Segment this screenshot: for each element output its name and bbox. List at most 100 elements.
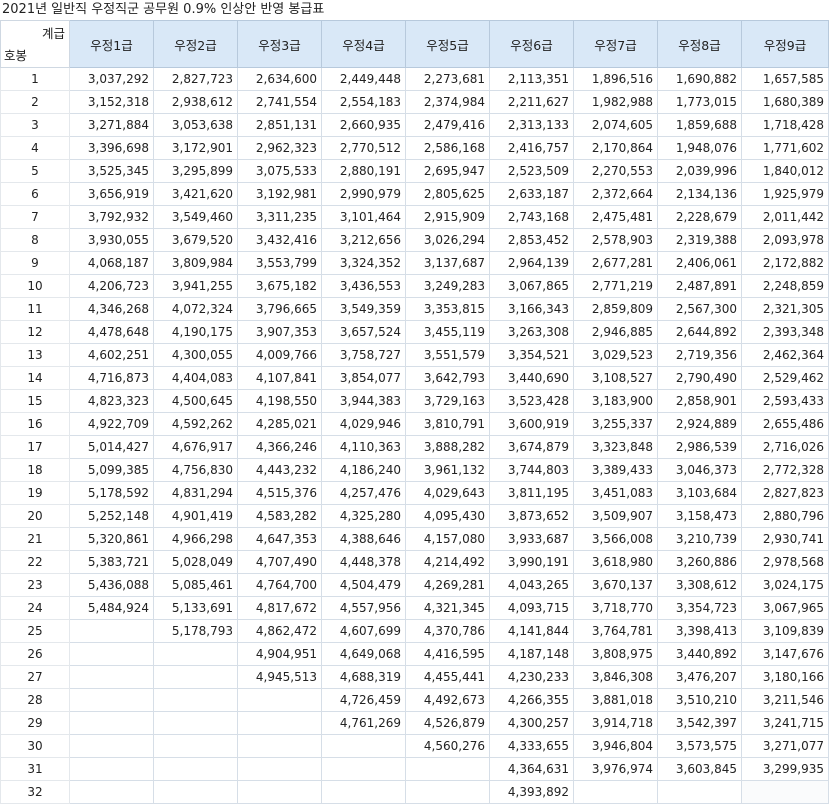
salary-cell: 2,716,026 <box>741 435 829 459</box>
salary-cell: 2,790,490 <box>657 366 742 390</box>
salary-cell: 2,990,979 <box>321 182 406 206</box>
salary-cell: 4,504,479 <box>321 573 406 597</box>
salary-cell: 4,966,298 <box>153 527 238 551</box>
salary-cell: 2,644,892 <box>657 320 742 344</box>
salary-cell: 3,166,343 <box>489 297 574 321</box>
salary-cell: 2,827,823 <box>741 481 829 505</box>
salary-cell: 4,110,363 <box>321 435 406 459</box>
salary-cell: 5,085,461 <box>153 573 238 597</box>
salary-cell: 3,260,886 <box>657 550 742 574</box>
salary-cell: 3,881,018 <box>573 688 658 712</box>
step-cell: 13 <box>0 343 70 367</box>
salary-cell: 2,567,300 <box>657 297 742 321</box>
salary-cell <box>657 780 742 804</box>
salary-cell: 2,406,061 <box>657 251 742 275</box>
salary-cell: 2,578,903 <box>573 228 658 252</box>
step-cell: 2 <box>0 90 70 114</box>
salary-cell: 4,416,595 <box>405 642 490 666</box>
table-row: 17 5,014,427 4,676,917 4,366,246 4,110,363 3,… <box>0 435 829 459</box>
salary-cell: 2,039,996 <box>657 159 742 183</box>
salary-cell: 3,037,292 <box>69 67 154 91</box>
salary-cell: 1,859,688 <box>657 113 742 137</box>
salary-cell: 3,451,083 <box>573 481 658 505</box>
salary-cell <box>405 757 490 781</box>
salary-cell: 3,158,473 <box>657 504 742 528</box>
salary-cell: 4,157,080 <box>405 527 490 551</box>
salary-cell: 2,771,219 <box>573 274 658 298</box>
salary-cell: 4,333,655 <box>489 734 574 758</box>
salary-cell: 2,655,486 <box>741 412 829 436</box>
table-row: 30 4,560,276 4,333,655 3,946,804 3,573,575 3,… <box>0 734 829 758</box>
step-cell: 25 <box>0 619 70 643</box>
salary-cell: 3,440,892 <box>657 642 742 666</box>
step-cell: 17 <box>0 435 70 459</box>
table-row: 24 5,484,924 5,133,691 4,817,672 4,557,956 4,… <box>0 596 829 620</box>
salary-cell: 4,206,723 <box>69 274 154 298</box>
table-row: 27 4,945,513 4,688,319 4,455,441 4,230,233 3,… <box>0 665 829 689</box>
page-title: 2021년 일반직 우정직군 공무원 0.9% 인상안 반영 봉급표 <box>2 2 325 17</box>
salary-cell: 2,633,187 <box>489 182 574 206</box>
column-header-grade: 우정6급 <box>489 20 574 68</box>
salary-cell: 2,372,664 <box>573 182 658 206</box>
salary-cell: 3,172,901 <box>153 136 238 160</box>
salary-cell: 3,549,359 <box>321 297 406 321</box>
salary-cell: 3,108,527 <box>573 366 658 390</box>
salary-cell: 1,773,015 <box>657 90 742 114</box>
salary-cell: 2,416,757 <box>489 136 574 160</box>
salary-cell: 4,901,419 <box>153 504 238 528</box>
salary-cell: 4,257,476 <box>321 481 406 505</box>
salary-cell: 3,657,524 <box>321 320 406 344</box>
salary-cell: 2,986,539 <box>657 435 742 459</box>
table-row: 19 5,178,592 4,831,294 4,515,376 4,257,476 4,… <box>0 481 829 505</box>
salary-cell: 2,523,509 <box>489 159 574 183</box>
table-row: 18 5,099,385 4,756,830 4,443,232 4,186,240 3,… <box>0 458 829 482</box>
salary-cell: 4,607,699 <box>321 619 406 643</box>
salary-cell: 4,945,513 <box>237 665 322 689</box>
table-row: 23 5,436,088 5,085,461 4,764,700 4,504,479 4,… <box>0 573 829 597</box>
salary-cell: 3,271,884 <box>69 113 154 137</box>
salary-cell: 3,323,848 <box>573 435 658 459</box>
salary-cell: 1,896,516 <box>573 67 658 91</box>
salary-cell: 5,014,427 <box>69 435 154 459</box>
salary-cell: 3,941,255 <box>153 274 238 298</box>
step-cell: 7 <box>0 205 70 229</box>
salary-cell: 3,075,533 <box>237 159 322 183</box>
salary-cell: 2,374,984 <box>405 90 490 114</box>
salary-cell: 3,389,433 <box>573 458 658 482</box>
column-header-grade: 우정1급 <box>69 20 154 68</box>
salary-cell <box>237 734 322 758</box>
salary-cell: 4,266,355 <box>489 688 574 712</box>
salary-cell: 5,099,385 <box>69 458 154 482</box>
salary-cell: 4,817,672 <box>237 596 322 620</box>
step-cell: 6 <box>0 182 70 206</box>
header-row: 계급 호봉 우정1급 우정2급 우정3급 우정4급 우정5급 우정6급 우정7급 우정8급 우정… <box>0 20 829 68</box>
salary-cell: 3,432,416 <box>237 228 322 252</box>
salary-cell: 3,566,008 <box>573 527 658 551</box>
salary-cell: 2,634,600 <box>237 67 322 91</box>
salary-cell: 2,924,889 <box>657 412 742 436</box>
salary-cell <box>237 780 322 804</box>
salary-cell: 4,515,376 <box>237 481 322 505</box>
salary-cell: 2,487,891 <box>657 274 742 298</box>
step-cell: 32 <box>0 780 70 804</box>
salary-cell <box>69 780 154 804</box>
salary-cell: 2,586,168 <box>405 136 490 160</box>
salary-cell: 4,107,841 <box>237 366 322 390</box>
salary-cell: 2,770,512 <box>321 136 406 160</box>
salary-cell: 2,853,452 <box>489 228 574 252</box>
salary-cell: 4,043,265 <box>489 573 574 597</box>
table-row: 12 4,478,648 4,190,175 3,907,353 3,657,524 3,… <box>0 320 829 344</box>
salary-cell: 2,393,348 <box>741 320 829 344</box>
salary-cell: 3,053,638 <box>153 113 238 137</box>
salary-cell: 3,674,879 <box>489 435 574 459</box>
salary-cell: 3,549,460 <box>153 205 238 229</box>
salary-cell: 4,443,232 <box>237 458 322 482</box>
step-cell: 9 <box>0 251 70 275</box>
salary-cell: 4,676,917 <box>153 435 238 459</box>
salary-cell: 3,603,845 <box>657 757 742 781</box>
step-cell: 31 <box>0 757 70 781</box>
salary-cell: 2,211,627 <box>489 90 574 114</box>
salary-cell <box>237 688 322 712</box>
salary-cell: 1,718,428 <box>741 113 829 137</box>
salary-cell: 3,024,175 <box>741 573 829 597</box>
